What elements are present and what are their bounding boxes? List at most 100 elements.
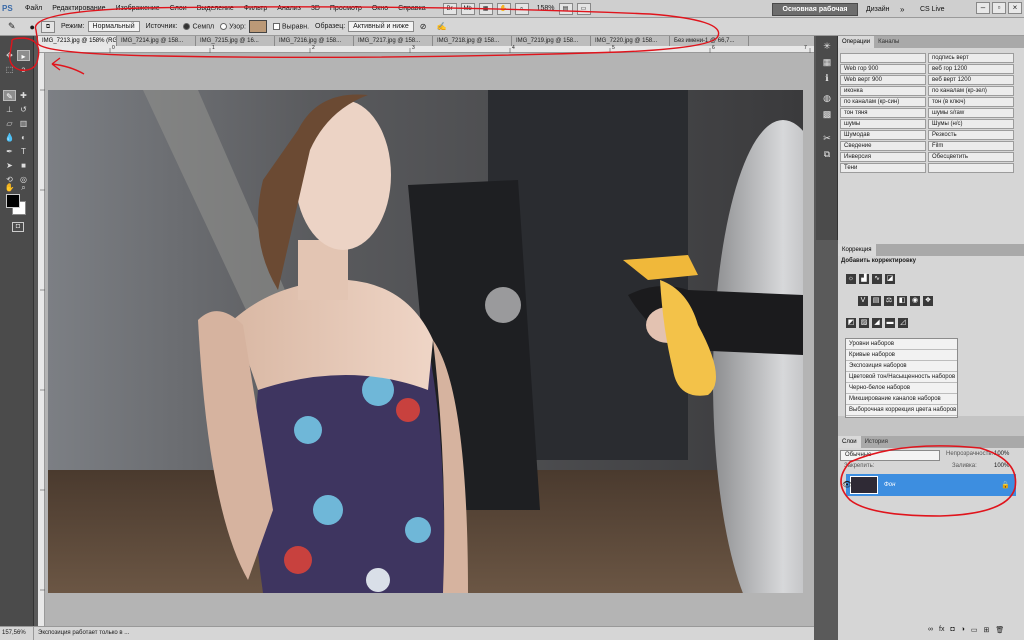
swatches-icon[interactable]: ▩ (820, 108, 834, 120)
link-icon[interactable]: ∞ (928, 626, 933, 634)
color-icon[interactable]: ◍ (820, 92, 834, 104)
source-sampled-radio[interactable]: Семпл (183, 22, 214, 30)
screen-mode-icon[interactable]: ▭ (576, 2, 591, 15)
document-image[interactable] (48, 90, 803, 593)
workspace-design-button[interactable]: Дизайн (866, 3, 890, 16)
move-tool-icon[interactable]: ✥ (3, 50, 16, 61)
preset-item[interactable]: Черно-белое наборов (846, 383, 957, 394)
minibridge-icon[interactable]: Mb (460, 2, 475, 15)
action-button[interactable]: иконка (840, 86, 926, 96)
selected-tool-icon[interactable]: ▸ (17, 50, 30, 61)
preset-item[interactable]: Микширование каналов наборов (846, 394, 957, 405)
opacity-value[interactable]: 100% (994, 451, 1009, 457)
invert-icon[interactable]: ◩ (846, 318, 856, 328)
extras-icon[interactable]: ▦ (478, 2, 493, 15)
document-tab[interactable]: IMG_7215.jpg @ 16... (196, 36, 275, 46)
close-icon[interactable]: × (1008, 2, 1022, 14)
tool-preset-icon[interactable]: ✎ (8, 21, 16, 32)
menu-3d[interactable]: 3D (306, 0, 325, 18)
path-selection-icon[interactable]: ➤ (3, 160, 16, 171)
tab-channels[interactable]: Каналы (874, 36, 903, 48)
aligned-checkbox[interactable]: Выравн. (273, 22, 309, 30)
hand-icon[interactable]: ✋ (496, 2, 511, 15)
action-button[interactable] (928, 163, 1014, 173)
action-button[interactable]: Web верт 900 (840, 75, 926, 85)
action-button[interactable]: по каналам (кр-син) (840, 97, 926, 107)
gradient-tool-icon[interactable]: ▥ (17, 118, 30, 129)
brush-tool-icon[interactable]: ✎ (3, 90, 16, 101)
menu-help[interactable]: Справка (393, 0, 430, 18)
preset-item[interactable]: Цветовой тон/Насыщенность наборов (846, 372, 957, 383)
zoom-tool-icon[interactable]: ⌕ (17, 182, 30, 193)
brush-panel-icon[interactable]: ✂ (820, 132, 834, 144)
document-tab[interactable]: IMG_7217.jpg @ 158... (354, 36, 433, 46)
gradient-map-icon[interactable]: ▬ (885, 318, 895, 328)
pen-tool-icon[interactable]: ✒ (3, 146, 16, 157)
workspace-essentials-button[interactable]: Основная рабочая среда (772, 3, 858, 24)
action-button[interactable]: подпись верт (928, 53, 1014, 63)
fill-value[interactable]: 100% (994, 463, 1009, 469)
posterize-icon[interactable]: ▨ (859, 318, 869, 328)
document-tab[interactable]: IMG_7220.jpg @ 158... (591, 36, 670, 46)
mode-select[interactable]: Нормальный (87, 21, 140, 32)
color-balance-icon[interactable]: ⚖ (884, 296, 894, 306)
menu-view[interactable]: Просмотр (325, 0, 367, 18)
clone-source-panel-icon[interactable]: ⧉ (40, 20, 55, 33)
levels-icon[interactable]: ▟ (859, 274, 869, 284)
action-button[interactable]: Шумы (н/с) (928, 119, 1014, 129)
exposure-icon[interactable]: ◪ (885, 274, 895, 284)
menu-layers[interactable]: Слои (165, 0, 192, 18)
marquee-tool-icon[interactable]: ⬚ (3, 64, 16, 75)
tab-layers[interactable]: Слои (838, 436, 861, 448)
folder-icon[interactable]: ▭ (971, 626, 978, 634)
black-white-icon[interactable]: ◧ (897, 296, 907, 306)
action-button[interactable]: веб гор 1200 (928, 64, 1014, 74)
layer-background-row[interactable]: Фон 🔒 (846, 474, 1016, 496)
preset-item[interactable]: Выборочная коррекция цвета наборов (846, 405, 957, 416)
shape-tool-icon[interactable]: ■ (17, 160, 30, 171)
eraser-tool-icon[interactable]: ▱ (3, 118, 16, 129)
action-button[interactable]: Web гор 900 (840, 64, 926, 74)
visibility-eye-icon[interactable]: 👁 (842, 480, 852, 489)
pattern-picker[interactable] (249, 20, 267, 33)
action-button[interactable]: Резкость (928, 130, 1014, 140)
action-button[interactable]: Шумодав (840, 130, 926, 140)
clone-source-icon[interactable]: ⧉ (820, 148, 834, 160)
action-button[interactable] (840, 53, 926, 63)
maximize-icon[interactable]: ▫ (992, 2, 1006, 14)
blur-tool-icon[interactable]: 💧 (3, 132, 16, 143)
preset-item[interactable]: Уровни наборов (846, 339, 957, 350)
quick-mask-icon[interactable]: ◘ (12, 222, 24, 232)
menu-filter[interactable]: Фильтр (239, 0, 273, 18)
menu-edit[interactable]: Редактирование (47, 0, 110, 18)
curves-icon[interactable]: ∿ (872, 274, 882, 284)
action-button[interactable]: по каналам (кр-зел) (928, 86, 1014, 96)
threshold-icon[interactable]: ◢ (872, 318, 882, 328)
hue-saturation-icon[interactable]: ▤ (871, 296, 881, 306)
menu-analysis[interactable]: Анализ (272, 0, 306, 18)
arrange-documents-icon[interactable]: ▤ (558, 2, 573, 15)
document-tab[interactable]: Без имени-1 @ 66,7... (670, 36, 749, 46)
dodge-tool-icon[interactable]: ◐ (17, 132, 30, 143)
layer-name[interactable]: Фон (884, 482, 895, 488)
status-zoom[interactable]: 157,56% (0, 627, 34, 640)
sample-select[interactable]: Активный и ниже (348, 21, 414, 32)
preset-item[interactable]: Кривые наборов (846, 350, 957, 361)
history-brush-icon[interactable]: ↺ (17, 104, 30, 115)
foreground-color-front[interactable] (6, 194, 20, 208)
action-button[interactable]: Инверсия (840, 152, 926, 162)
minimize-icon[interactable]: – (976, 2, 990, 14)
workspace-more-icon[interactable]: » (900, 3, 904, 16)
info-icon[interactable]: ℹ (820, 72, 834, 84)
lasso-tool-icon[interactable]: ↄ (17, 64, 30, 75)
tab-actions[interactable]: Операции (838, 36, 875, 48)
blend-mode-select[interactable]: Обычные (840, 450, 940, 461)
clone-stamp-icon[interactable]: ⊥ (3, 104, 16, 115)
action-button[interactable]: Тени (840, 163, 926, 173)
action-button[interactable]: шумы (840, 119, 926, 129)
mask-icon[interactable]: ◘ (950, 626, 954, 634)
menu-image[interactable]: Изображение (111, 0, 165, 18)
vibrance-icon[interactable]: V (858, 296, 868, 306)
action-button[interactable]: тон тяня (840, 108, 926, 118)
action-button[interactable]: Film (928, 141, 1014, 151)
